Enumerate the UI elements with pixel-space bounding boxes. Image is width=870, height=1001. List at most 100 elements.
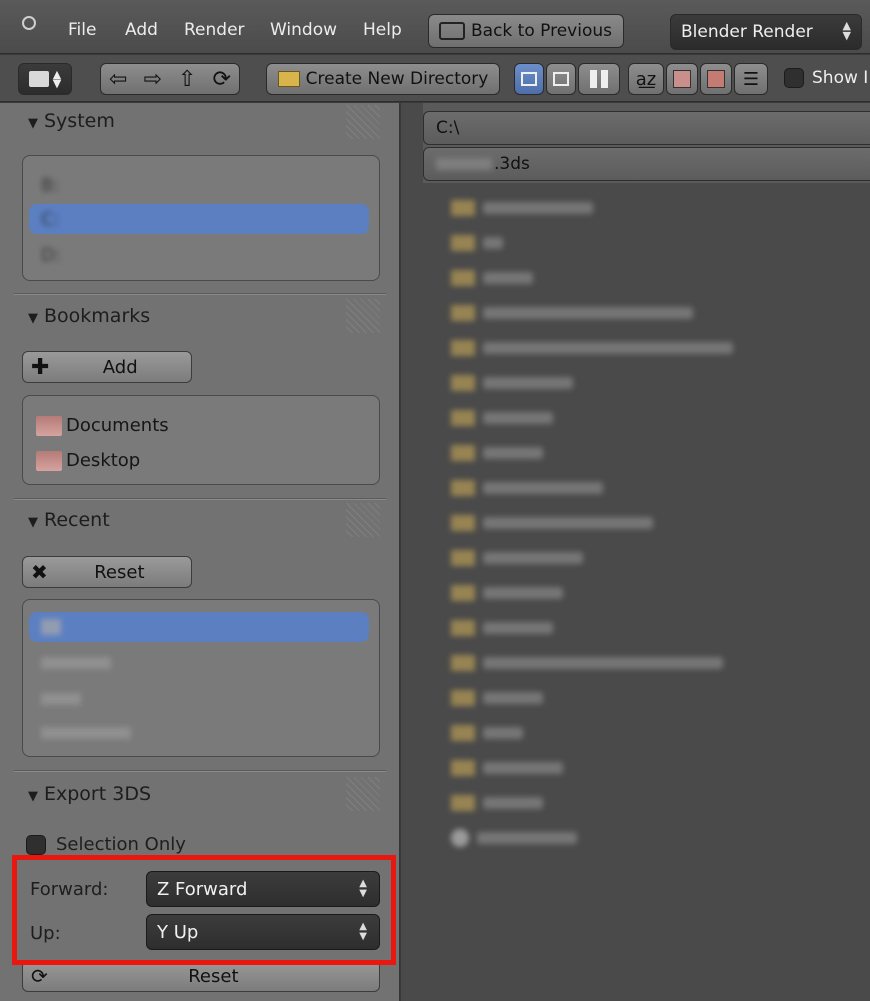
add-bookmark-button[interactable]: ✚ Add: [22, 351, 192, 383]
menu-window[interactable]: Window: [270, 20, 337, 40]
folder-name-blurred: [483, 412, 553, 424]
forward-arrow-icon[interactable]: ⇨: [144, 67, 162, 92]
editor-type-icon[interactable]: [22, 16, 36, 30]
parent-directory-icon[interactable]: ⇧: [178, 67, 196, 92]
recent-folder-icon: [41, 619, 61, 635]
folder-item[interactable]: [451, 582, 563, 604]
updown-icon: ▲ ▼: [52, 68, 62, 90]
panel-grip-icon[interactable]: [346, 503, 380, 537]
bookmarks-panel-title: Bookmarks: [44, 305, 151, 327]
panel-grip-icon[interactable]: [346, 777, 380, 811]
create-new-directory-label: Create New Directory: [305, 69, 489, 89]
create-new-directory-button[interactable]: Create New Directory: [266, 63, 500, 95]
show-hidden-checkbox[interactable]: [784, 68, 804, 88]
recent-folder-icon: [41, 657, 111, 669]
folder-item[interactable]: [451, 197, 593, 219]
folder-item[interactable]: [451, 407, 553, 429]
render-engine-label: Blender Render: [681, 22, 813, 42]
sort-size-button[interactable]: ☰: [734, 63, 768, 95]
folder-item[interactable]: [451, 652, 723, 674]
directory-path-field[interactable]: C:\: [423, 111, 870, 145]
sort-extension-button[interactable]: [666, 63, 698, 95]
display-long-list-button[interactable]: [546, 63, 576, 95]
selection-only-toggle[interactable]: Selection Only: [26, 834, 186, 855]
folder-item[interactable]: [451, 512, 653, 534]
folder-item[interactable]: [451, 302, 693, 324]
sort-alpha-button[interactable]: a͟z: [628, 63, 664, 95]
file-browser-toolbar: ▲ ▼ ⇦ ⇨ ⇧ ⟳ Create New Directory a͟z ☰ Sh…: [0, 55, 870, 102]
render-engine-dropdown[interactable]: Blender Render ▲ ▼: [670, 14, 862, 50]
folder-item[interactable]: [451, 267, 533, 289]
folder-item[interactable]: [451, 687, 543, 709]
thumbnails-icon: [590, 70, 608, 88]
folder-icon: [451, 795, 475, 811]
file-item[interactable]: [451, 827, 577, 849]
recent-panel-header[interactable]: ▼ Recent: [28, 509, 110, 531]
folder-name-blurred: [483, 202, 593, 214]
folder-item[interactable]: [451, 617, 553, 639]
show-hidden-toggle[interactable]: Show I: [784, 68, 868, 88]
folder-item[interactable]: [451, 722, 523, 744]
folder-item[interactable]: [451, 757, 563, 779]
folder-name-blurred: [483, 517, 653, 529]
directory-path-text: C:\: [436, 118, 460, 138]
folder-name-blurred: [483, 447, 543, 459]
folder-icon: [451, 620, 475, 636]
refresh-icon[interactable]: ⟳: [213, 67, 231, 92]
folder-icon: [451, 445, 475, 461]
menu-file[interactable]: File: [68, 20, 96, 40]
display-thumbnails-button[interactable]: [578, 63, 620, 95]
folder-name-blurred: [483, 622, 553, 634]
folder-item[interactable]: [451, 372, 573, 394]
folder-name-blurred: [483, 587, 563, 599]
selection-only-checkbox[interactable]: [26, 834, 46, 855]
editor-menu-button[interactable]: ▲ ▼: [18, 63, 72, 95]
back-icon: [439, 22, 465, 40]
recent-item[interactable]: [29, 648, 369, 678]
recent-item[interactable]: [29, 684, 369, 714]
bookmark-folder-icon: [36, 450, 62, 471]
bookmark-item-documents[interactable]: Documents: [36, 415, 169, 436]
panel-grip-icon[interactable]: [346, 105, 380, 139]
recent-item[interactable]: [29, 718, 369, 748]
folder-icon: [451, 375, 475, 391]
bookmark-item-desktop[interactable]: Desktop: [36, 450, 140, 471]
folder-name-blurred: [483, 237, 503, 249]
export-panel-header[interactable]: ▼ Export 3DS: [28, 783, 151, 805]
folder-name-blurred: [483, 657, 723, 669]
system-panel-header[interactable]: ▼ System: [28, 110, 115, 132]
updown-icon: ▲ ▼: [842, 19, 851, 42]
back-to-previous-button[interactable]: Back to Previous: [428, 14, 624, 48]
recent-item-selected[interactable]: [29, 612, 369, 642]
filename-field[interactable]: .3ds: [423, 147, 870, 181]
drive-label: C:: [41, 208, 60, 230]
sort-time-button[interactable]: [700, 63, 732, 95]
drive-item[interactable]: B:: [29, 170, 369, 200]
folder-name-blurred: [483, 482, 603, 494]
folder-item[interactable]: [451, 477, 603, 499]
selection-only-label: Selection Only: [56, 834, 186, 855]
new-folder-icon: [277, 71, 300, 87]
menu-add[interactable]: Add: [125, 20, 158, 40]
folder-item[interactable]: [451, 442, 543, 464]
back-to-previous-label: Back to Previous: [471, 21, 612, 41]
bookmarks-panel-header[interactable]: ▼ Bookmarks: [28, 305, 150, 327]
bookmarks-list: [22, 395, 380, 485]
drive-item-selected[interactable]: C:: [29, 204, 369, 234]
panel-grip-icon[interactable]: [346, 299, 380, 333]
back-arrow-icon[interactable]: ⇦: [109, 67, 127, 92]
menu-render[interactable]: Render: [184, 20, 245, 40]
menu-help[interactable]: Help: [363, 20, 402, 40]
folder-icon: [451, 480, 475, 496]
folder-item[interactable]: [451, 337, 733, 359]
folder-item[interactable]: [451, 792, 543, 814]
display-short-list-button[interactable]: [514, 63, 544, 95]
recent-folder-icon: [41, 693, 81, 705]
folder-item[interactable]: [451, 547, 583, 569]
drive-item[interactable]: D:: [29, 240, 369, 270]
panel-divider: [14, 293, 386, 295]
panel-divider: [14, 498, 386, 500]
reset-recent-button[interactable]: ✖ Reset: [22, 556, 192, 588]
folder-item[interactable]: [451, 232, 503, 254]
sort-alpha-icon: a͟z: [635, 68, 657, 90]
